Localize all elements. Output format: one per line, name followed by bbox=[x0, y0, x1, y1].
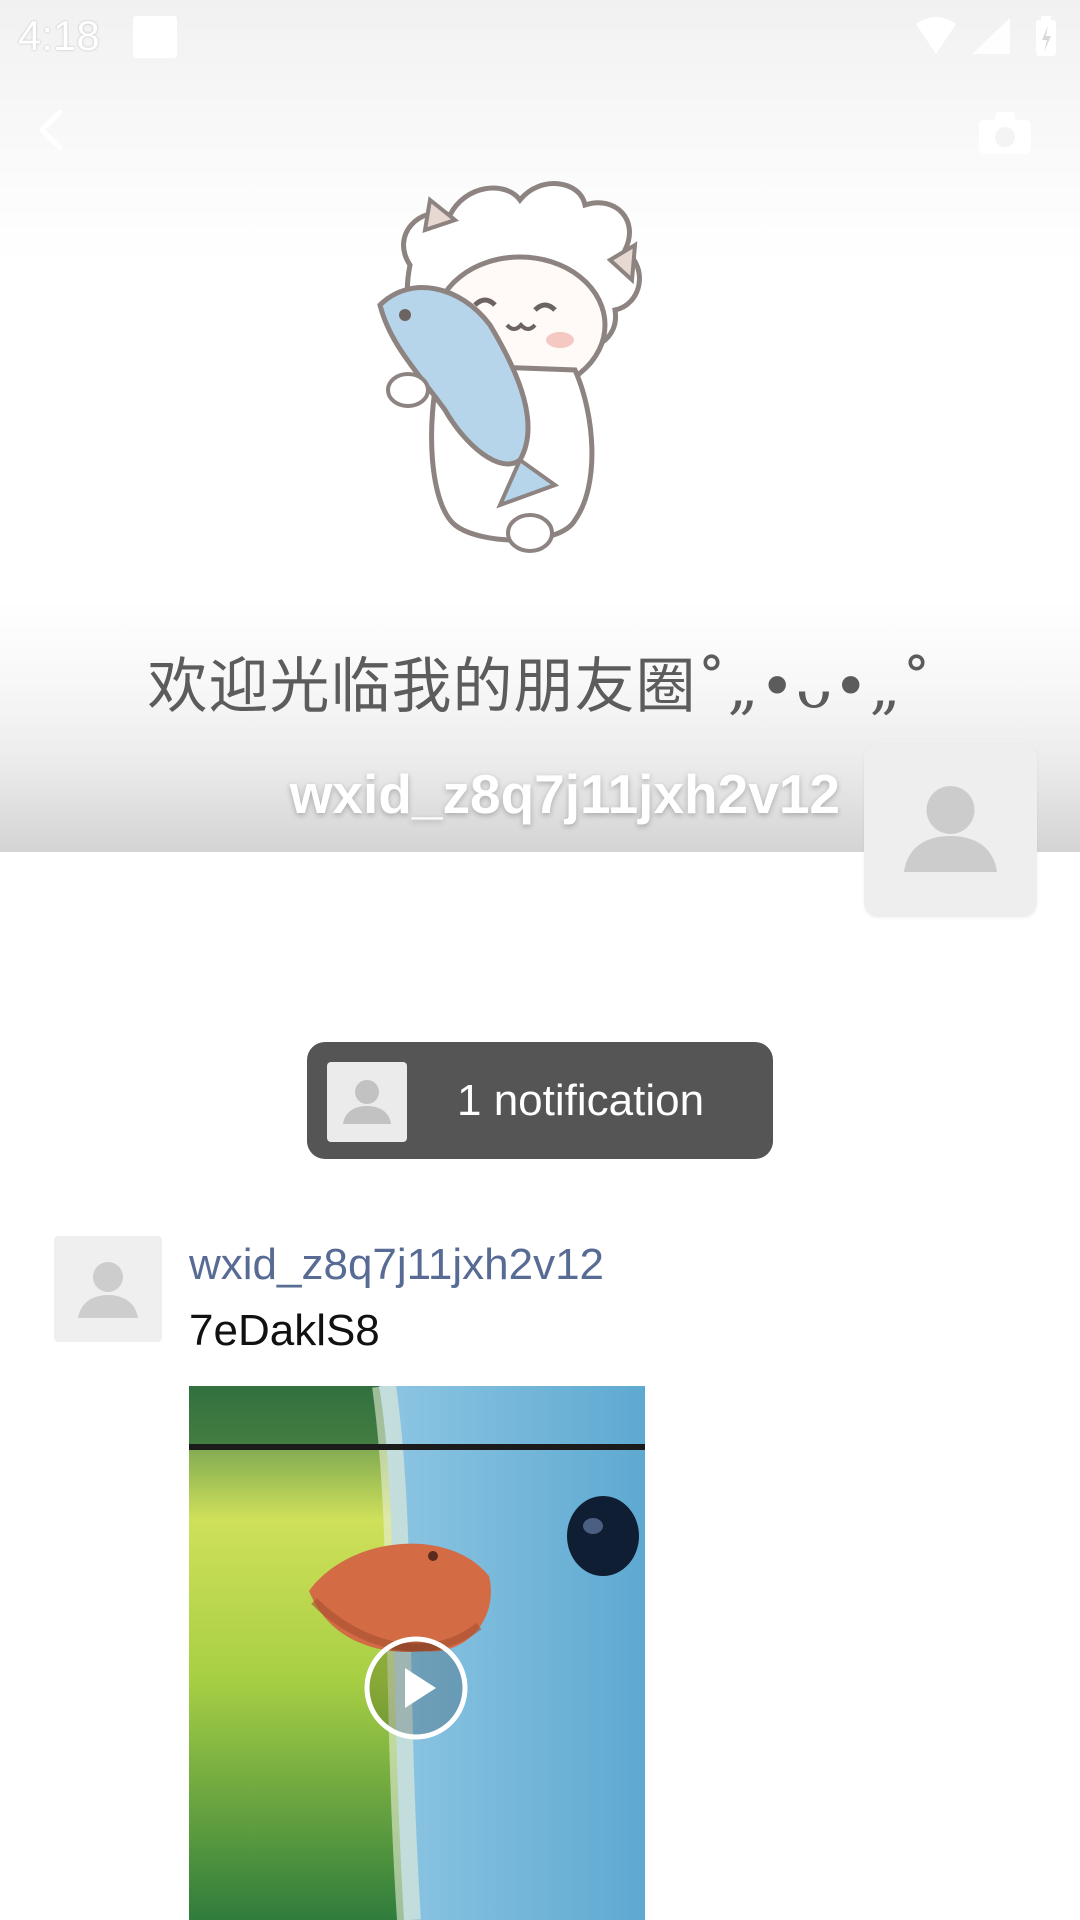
notification-avatar bbox=[327, 1062, 407, 1142]
status-time: 4:18 bbox=[18, 12, 100, 59]
battery-icon bbox=[1036, 16, 1056, 56]
signal-icon bbox=[972, 18, 1010, 54]
play-button[interactable] bbox=[363, 1635, 469, 1741]
person-icon bbox=[904, 786, 997, 872]
camera-icon bbox=[979, 112, 1031, 154]
cover-illustration bbox=[377, 181, 642, 553]
status-bar: 4:18 bbox=[0, 0, 1080, 74]
post-video-thumbnail[interactable] bbox=[189, 1386, 645, 1920]
person-icon bbox=[78, 1262, 138, 1318]
post-author-name[interactable]: wxid_z8q7j11jxh2v12 bbox=[189, 1240, 604, 1290]
person-icon bbox=[343, 1080, 391, 1124]
wifi-icon bbox=[916, 17, 956, 54]
notification-text: 1 notification bbox=[457, 1076, 705, 1125]
profile-avatar[interactable] bbox=[864, 744, 1037, 917]
post-avatar[interactable] bbox=[54, 1236, 162, 1342]
cover-caption: 欢迎光临我的朋友圈˚„•ᴗ•„˚ bbox=[147, 652, 933, 722]
profile-name: wxid_z8q7j11jxh2v12 bbox=[289, 763, 840, 825]
back-button[interactable] bbox=[26, 102, 82, 158]
chevron-left-icon bbox=[39, 109, 63, 151]
cover-image[interactable]: 欢迎光临我的朋友圈˚„•ᴗ•„˚ bbox=[0, 0, 1080, 852]
play-icon bbox=[364, 1636, 468, 1740]
notification-square-icon bbox=[133, 16, 177, 58]
camera-button[interactable] bbox=[975, 108, 1035, 158]
new-notification-button[interactable]: 1 notification bbox=[307, 1042, 773, 1159]
post-text: 7eDaklS8 bbox=[189, 1306, 380, 1355]
status-icons bbox=[916, 16, 1056, 56]
